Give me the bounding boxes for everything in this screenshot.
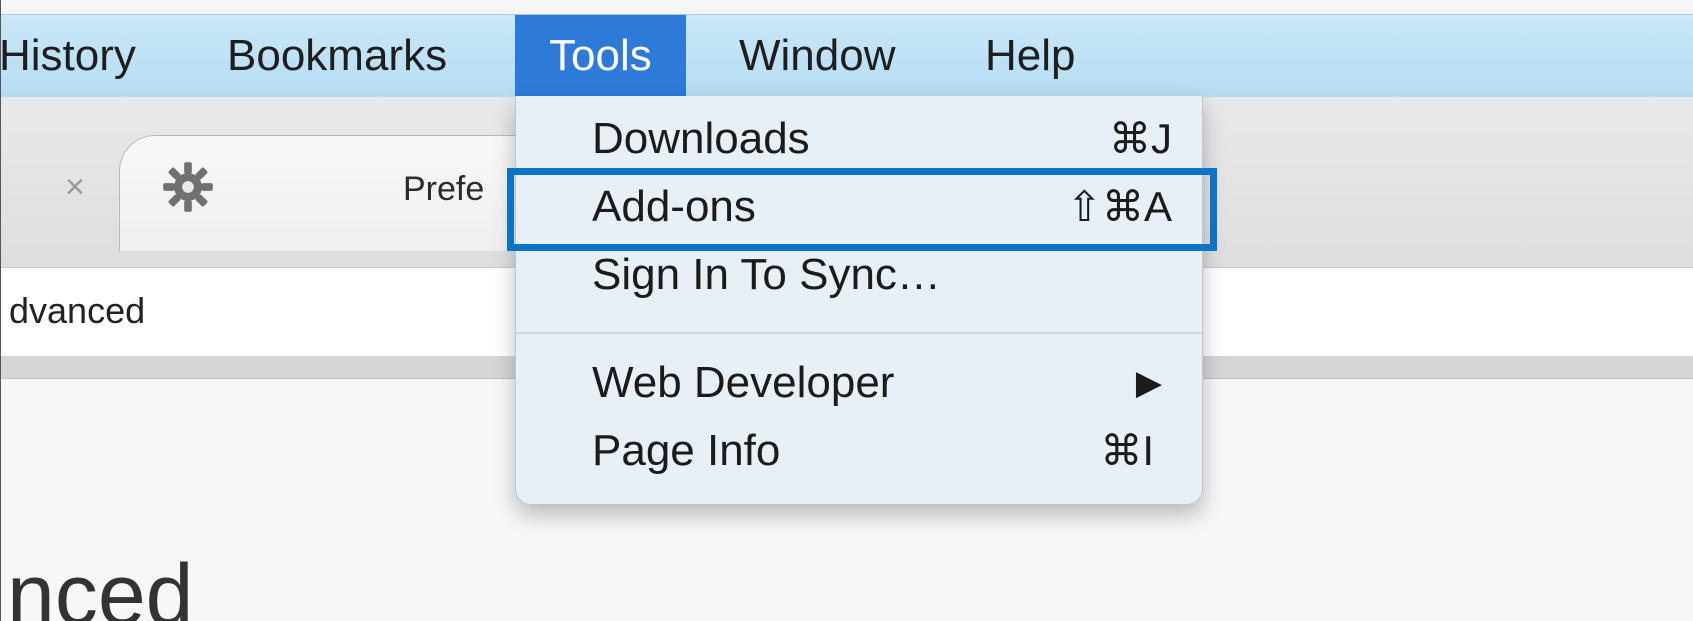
menu-item-page-info[interactable]: Page Info ⌘I [516, 417, 1202, 485]
menu-item-shortcut: ⌘I [1100, 427, 1154, 474]
tab-title: Prefe [403, 170, 485, 208]
menu-item-shortcut: ⇧⌘A [1066, 183, 1172, 230]
menu-item-web-developer[interactable]: Web Developer ▶ [516, 349, 1202, 417]
menu-history[interactable]: History [1, 15, 164, 97]
menu-item-label: Web Developer [592, 358, 895, 407]
menu-item-shortcut: ⌘J [1109, 115, 1172, 162]
menu-help[interactable]: Help [957, 15, 1104, 97]
menu-window[interactable]: Window [711, 15, 924, 97]
menu-item-add-ons[interactable]: Add-ons ⇧⌘A [516, 173, 1202, 241]
gear-icon [163, 162, 213, 212]
menu-tools[interactable]: Tools [515, 15, 686, 97]
triangle-right-icon: ▶ [1135, 364, 1162, 402]
address-text: dvanced [9, 290, 146, 331]
page-heading: nced [7, 547, 194, 621]
menu-item-label: Downloads [592, 114, 810, 163]
menu-bookmarks[interactable]: Bookmarks [199, 15, 475, 97]
menu-separator [516, 332, 1202, 334]
menu-item-sign-in-to-sync[interactable]: Sign In To Sync… [516, 241, 1202, 309]
menu-item-label: Sign In To Sync… [592, 250, 941, 299]
menu-bar: History Bookmarks Tools Window Help [1, 14, 1693, 98]
browser-window: History Bookmarks Tools Window Help × Pr… [0, 0, 1693, 621]
menu-item-label: Add-ons [592, 182, 756, 231]
close-tab-icon[interactable]: × [65, 168, 85, 207]
menu-item-downloads[interactable]: Downloads ⌘J [516, 105, 1202, 173]
menu-item-label: Page Info [592, 426, 781, 475]
tools-dropdown-menu: Downloads ⌘J Add-ons ⇧⌘A Sign In To Sync… [515, 96, 1203, 505]
